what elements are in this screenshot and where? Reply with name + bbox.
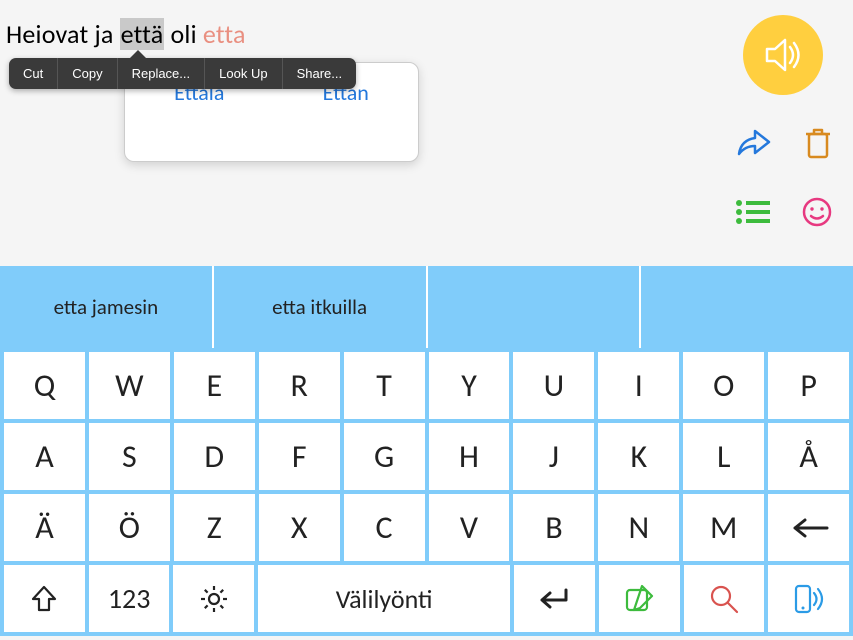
key-t[interactable]: T [344,352,425,419]
edit-icon [622,582,656,616]
text-after-selection: oli [164,18,202,50]
keyboard-row-4: 123 Välilyönti [2,563,851,634]
trash-button[interactable] [803,125,833,166]
context-menu-replace[interactable]: Replace... [118,58,206,89]
enter-icon [536,586,572,612]
key-device-speak[interactable] [768,565,849,632]
context-menu-lookup[interactable]: Look Up [205,58,282,89]
key-b[interactable]: B [513,494,594,561]
keyboard-row-3: Ä Ö Z X C V B N M [2,492,851,563]
key-z[interactable]: Z [174,494,255,561]
smiley-icon [801,196,833,228]
text-before-selection: Heiovat ja [6,18,120,50]
key-g[interactable]: G [344,423,425,490]
key-d[interactable]: D [174,423,255,490]
key-h[interactable]: H [429,423,510,490]
key-v[interactable]: V [429,494,510,561]
key-ouml[interactable]: Ö [89,494,170,561]
key-l[interactable]: L [683,423,764,490]
share-button[interactable] [735,126,773,165]
key-edit[interactable] [599,565,680,632]
prediction-0[interactable]: etta jamesin [0,266,214,348]
key-j[interactable]: J [513,423,594,490]
search-icon [707,582,741,616]
key-space[interactable]: Välilyönti [258,565,510,632]
trash-icon [803,125,833,161]
keyboard-row-2: A S D F G H J K L Å [2,421,851,492]
key-m[interactable]: M [683,494,764,561]
key-search[interactable] [684,565,765,632]
key-q[interactable]: Q [4,352,85,419]
key-numbers[interactable]: 123 [89,565,170,632]
context-menu-copy[interactable]: Copy [58,58,117,89]
key-settings[interactable] [173,565,254,632]
key-e[interactable]: E [174,352,255,419]
key-a[interactable]: A [4,423,85,490]
key-p[interactable]: P [768,352,849,419]
context-menu-share[interactable]: Share... [283,58,357,89]
key-i[interactable]: I [598,352,679,419]
replacement-option-0[interactable]: Ettala [174,79,224,161]
key-r[interactable]: R [259,352,340,419]
key-o[interactable]: O [683,352,764,419]
key-aring[interactable]: Å [768,423,849,490]
share-arrow-icon [735,126,773,160]
key-w[interactable]: W [89,352,170,419]
key-k[interactable]: K [598,423,679,490]
backspace-arrow-icon [789,518,829,538]
context-menu-cut[interactable]: Cut [9,58,58,89]
context-menu-arrow [130,50,146,58]
list-icon [735,198,771,226]
emoji-button[interactable] [801,196,833,233]
keyboard: Q W E R T Y U I O P A S D F G H J K L Å … [0,348,853,636]
speaker-icon [761,33,805,77]
text-input-area[interactable]: Heiovat ja että oli etta [6,18,246,50]
key-backspace[interactable] [768,494,849,561]
prediction-2[interactable] [428,266,642,348]
side-toolbar [735,125,833,233]
list-button[interactable] [735,198,771,231]
device-sound-icon [790,582,828,616]
keyboard-row-1: Q W E R T Y U I O P [2,350,851,421]
key-enter[interactable] [514,565,595,632]
key-s[interactable]: S [89,423,170,490]
prediction-1[interactable]: etta itkuilla [214,266,428,348]
key-y[interactable]: Y [429,352,510,419]
text-selection[interactable]: että [120,18,165,50]
shift-icon [30,584,58,614]
key-c[interactable]: C [344,494,425,561]
context-menu: Cut Copy Replace... Look Up Share... [9,58,356,89]
key-x[interactable]: X [259,494,340,561]
inline-suggestion: etta [203,18,246,50]
key-u[interactable]: U [513,352,594,419]
key-auml[interactable]: Ä [4,494,85,561]
key-shift[interactable] [4,565,85,632]
prediction-bar: etta jamesin etta itkuilla [0,266,853,348]
key-n[interactable]: N [598,494,679,561]
key-f[interactable]: F [259,423,340,490]
gear-icon [197,582,231,616]
replacement-option-1[interactable]: Ettan [323,79,369,161]
prediction-3[interactable] [641,266,853,348]
speak-button[interactable] [743,15,823,95]
